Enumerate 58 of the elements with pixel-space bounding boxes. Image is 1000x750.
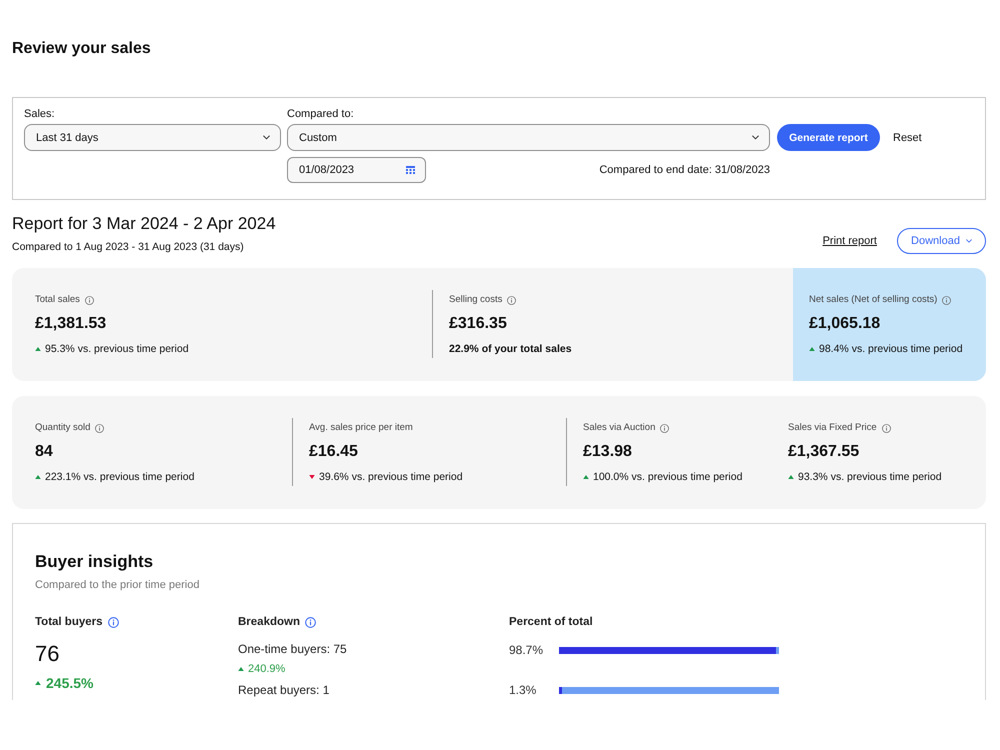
change-text: 39.6% vs. previous time period [319,470,463,484]
change-text: 245.5% [46,674,94,692]
info-icon[interactable] [84,296,94,304]
metric-value: £316.35 [449,314,508,334]
metric-value: £1,367.55 [788,442,860,462]
change-text: 98.4% vs. previous time period [819,342,963,356]
metric-label: Avg. sales price per item [309,421,413,435]
info-icon[interactable] [95,424,104,432]
chevron-down-icon [263,135,270,140]
metric-label: Quantity sold [35,421,90,435]
print-report-link[interactable]: Print report [822,235,877,247]
change-text: 223.1% vs. previous time period [45,470,194,484]
field-label: Compared to: [287,107,355,121]
field-label: Sales: [24,107,56,121]
sales-period-dropdown[interactable]: Last 31 days [24,124,281,151]
generate-report-button[interactable]: Generate report [777,124,880,151]
metric-label: Total sales [35,293,80,307]
chevron-down-icon [752,135,759,140]
change-text: 95.3% vs. previous time period [45,342,189,356]
percent-reading: 1.3% [509,682,538,698]
metric-label: Selling costs [449,293,502,307]
page-title: Review your sales [12,39,152,59]
end-date-note: Compared to end date: 31/08/2023 [599,163,770,177]
total-buyers-value: 76 [35,640,60,668]
info-icon[interactable] [660,424,670,432]
info-icon[interactable] [507,296,516,304]
metric-label: Net sales (Net of selling costs) [809,293,938,307]
metric-value: £1,381.53 [35,314,108,334]
section-subtitle: Compared to the prior time period [35,578,200,592]
buyer-count-text: One-time buyers: 75 [238,641,348,657]
metric-value: £13.98 [583,442,633,462]
report-title: Report for 3 Mar 2024 - 2 Apr 2024 [12,213,276,235]
share-note: 22.9% of your total sales [449,342,573,356]
metric-label: Sales via Auction [583,421,656,435]
change-text: 240.9% [248,662,286,676]
metric-value: £1,065.18 [809,314,882,334]
download-button[interactable]: Download [897,228,986,254]
metric-label: Sales via Fixed Price [788,421,877,435]
change-text: 100.0% vs. previous time period [593,470,742,484]
info-icon[interactable] [108,616,119,628]
reset-button[interactable]: Reset [893,132,922,144]
info-icon[interactable] [942,296,952,304]
compared-to-dropdown[interactable]: Custom [287,124,770,151]
chevron-down-icon [966,239,972,243]
buyer-count-text: Repeat buyers: 1 [238,682,330,698]
info-icon[interactable] [305,616,316,628]
metric-value: 84 [35,442,54,462]
metric-value: £16.45 [309,442,359,462]
change-text: 93.3% vs. previous time period [798,470,942,484]
column-heading: Percent of total [509,615,593,629]
report-comparison-text: Compared to 1 Aug 2023 - 31 Aug 2023 (31 days) [12,240,245,254]
section-title: Buyer insights [35,551,154,573]
column-heading: Breakdown [238,615,300,629]
info-icon[interactable] [882,424,891,432]
calendar-icon [406,166,415,174]
column-heading: Total buyers [35,615,103,629]
percent-reading: 98.7% [509,642,544,658]
date-input-field[interactable]: 01/08/2023 [287,157,426,183]
